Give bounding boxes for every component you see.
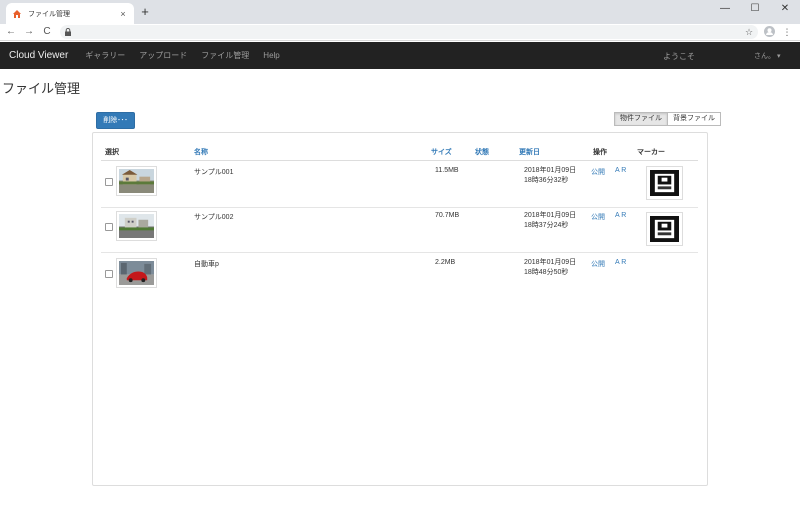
ar-marker-icon[interactable] <box>646 212 683 246</box>
maximize-icon[interactable]: ☐ <box>740 2 770 16</box>
row-checkbox[interactable] <box>105 223 113 231</box>
nav-help[interactable]: Help <box>263 51 279 60</box>
ar-link[interactable]: A R <box>615 259 626 266</box>
user-menu[interactable]: さん。 ▾ <box>754 51 780 61</box>
back-icon[interactable]: ← <box>4 25 18 39</box>
header-size[interactable]: サイズ <box>431 147 452 157</box>
bookmark-star-icon[interactable]: ☆ <box>742 25 756 39</box>
publish-link[interactable]: 公開 <box>591 167 605 177</box>
row-divider <box>101 252 698 253</box>
row-time: 18時48分50秒 <box>524 269 569 276</box>
ar-marker-icon[interactable] <box>646 166 683 200</box>
row-divider <box>101 207 698 208</box>
building-scene-image <box>119 214 154 238</box>
row-thumbnail[interactable] <box>116 211 157 241</box>
header-divider <box>101 160 698 161</box>
page-title: ファイル管理 <box>2 81 81 96</box>
ar-link[interactable]: A R <box>615 167 626 174</box>
reload-icon[interactable]: C <box>40 25 54 39</box>
header-updated[interactable]: 更新日 <box>519 147 540 157</box>
house-icon <box>13 9 21 18</box>
welcome-text: ようこそ <box>663 52 695 61</box>
close-tab-icon[interactable]: × <box>118 9 128 19</box>
tab-title: ファイル管理 <box>28 10 70 18</box>
house-scene-image <box>119 169 154 193</box>
browser-toolbar: ← → C ☆ ⋮ <box>0 24 800 41</box>
delete-button[interactable]: 削除･･･ <box>96 112 135 129</box>
row-name: サンプル002 <box>194 214 234 221</box>
row-thumbnail[interactable] <box>116 166 157 196</box>
nav-file-management[interactable]: ファイル管理 <box>201 50 249 61</box>
row-date: 2018年01月09日 <box>524 259 577 266</box>
file-type-toggle: 物件ファイル 背景ファイル <box>614 112 721 126</box>
row-date: 2018年01月09日 <box>524 167 577 174</box>
row-date: 2018年01月09日 <box>524 212 577 219</box>
row-size: 2.2MB <box>435 259 456 266</box>
row-size: 70.7MB <box>435 212 460 219</box>
brand-link[interactable]: Cloud Viewer <box>9 50 68 61</box>
file-table-panel <box>92 132 708 486</box>
address-bar[interactable] <box>60 25 758 39</box>
publish-link[interactable]: 公開 <box>591 259 605 269</box>
browser-tab-strip: ファイル管理 × + — ☐ ✕ <box>0 0 800 24</box>
header-select: 選択 <box>105 149 119 156</box>
toggle-background-files[interactable]: 背景ファイル <box>668 112 721 126</box>
car-scene-image <box>119 261 154 285</box>
row-name: 自動車p <box>194 261 219 268</box>
browser-menu-icon[interactable]: ⋮ <box>780 25 794 39</box>
publish-link[interactable]: 公開 <box>591 212 605 222</box>
row-size: 11.5MB <box>435 167 459 174</box>
ar-link[interactable]: A R <box>615 212 626 219</box>
row-checkbox[interactable] <box>105 178 113 186</box>
row-checkbox[interactable] <box>105 270 113 278</box>
row-time: 18時37分24秒 <box>524 222 569 229</box>
row-time: 18時36分32秒 <box>524 177 569 184</box>
header-name[interactable]: 名称 <box>194 147 208 157</box>
header-marker: マーカー <box>637 149 665 156</box>
header-status[interactable]: 状態 <box>475 147 489 157</box>
header-action: 操作 <box>593 149 607 156</box>
forward-icon[interactable]: → <box>22 25 36 39</box>
account-icon[interactable] <box>762 25 776 39</box>
app-navbar: Cloud Viewer ギャラリー アップロード ファイル管理 Help よう… <box>0 42 800 69</box>
row-thumbnail[interactable] <box>116 258 157 288</box>
toggle-property-files[interactable]: 物件ファイル <box>614 112 668 126</box>
lock-icon <box>65 28 71 36</box>
nav-upload[interactable]: アップロード <box>139 50 187 61</box>
row-name: サンプル001 <box>194 169 234 176</box>
nav-gallery[interactable]: ギャラリー <box>85 50 125 61</box>
window-close-icon[interactable]: ✕ <box>770 2 800 16</box>
browser-tab[interactable]: ファイル管理 × <box>6 3 134 24</box>
minimize-icon[interactable]: — <box>710 2 740 16</box>
new-tab-icon[interactable]: + <box>138 5 152 19</box>
